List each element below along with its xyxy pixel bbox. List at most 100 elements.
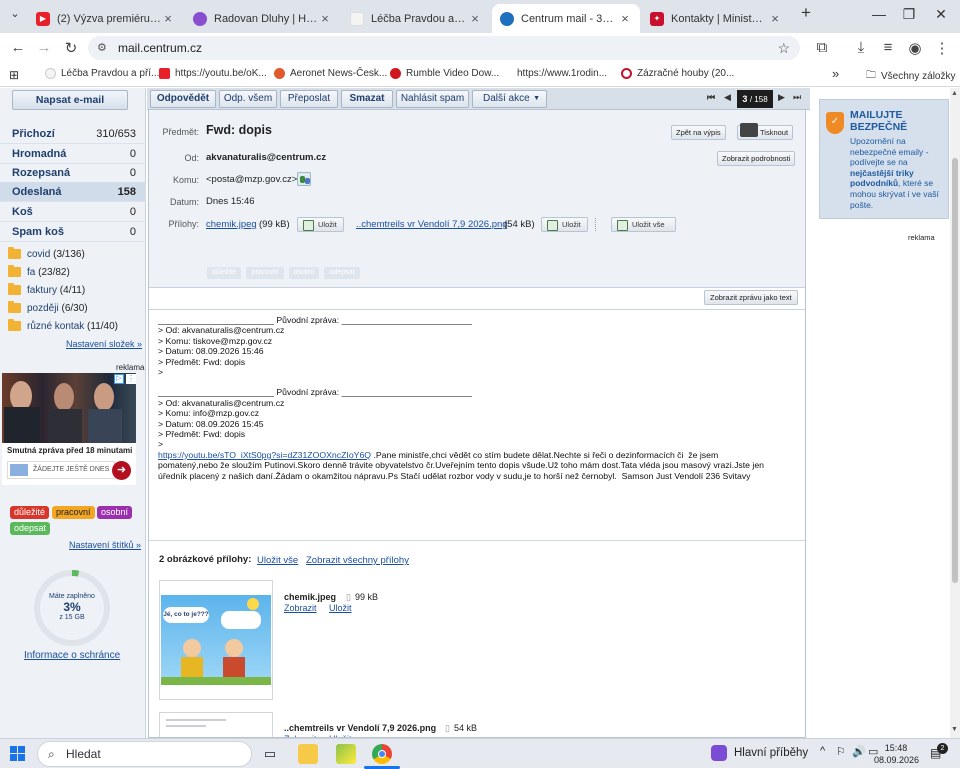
bookmark-star-icon[interactable]: ☆ — [777, 36, 790, 60]
ad-arrow-button[interactable]: ➜ — [112, 461, 131, 480]
sidebar-ad[interactable]: ▷ ⋮ Smutná zpráva před 18 minutami ŽÁDEJ… — [2, 373, 136, 485]
bookmark-item[interactable]: Aeronet News-Česk... — [274, 68, 387, 79]
youtube-link[interactable]: https://youtu.be/sTO_iXtS0pg?si=dZ31ZOOX… — [158, 450, 371, 460]
label-settings-link[interactable]: Nastavení štítků » — [69, 540, 141, 550]
file-explorer-icon[interactable] — [298, 744, 318, 764]
images-save-all-link[interactable]: Uložit vše — [257, 555, 298, 566]
close-tab-icon[interactable]: × — [161, 11, 175, 26]
extensions-icon[interactable]: ⧉ — [812, 39, 832, 56]
image-1-thumbnail[interactable]: Jé, co to je??? — [159, 580, 273, 700]
label-personal[interactable]: osobní — [97, 506, 133, 519]
ad-search-box[interactable]: ŽÁDEJTE JEŠTĚ DNES — [7, 461, 115, 479]
to-address[interactable]: <posta@mzp.gov.cz> — [206, 174, 297, 185]
subfolder-faktury[interactable]: faktury (4/11) — [8, 281, 85, 299]
taskbar-search-box[interactable]: ⌕ Hledat — [37, 741, 252, 767]
app-icon[interactable] — [336, 744, 356, 764]
safe-mailing-banner[interactable]: ✓ MAILUJTE BEZPEČNĚ Upozornění na nebezpe… — [819, 99, 949, 219]
close-tab-icon[interactable]: × — [768, 11, 782, 26]
ad-headline[interactable]: Smutná zpráva před 18 minutami — [7, 446, 132, 455]
close-tab-icon[interactable]: × — [618, 11, 632, 26]
last-page-icon[interactable]: ⏭ — [793, 92, 801, 103]
image-1-save-link[interactable]: Uložit — [329, 603, 352, 613]
save-all-attachments-button[interactable]: Uložit vše — [611, 217, 676, 232]
bookmark-item[interactable]: Zázračné houby (20... — [621, 68, 734, 79]
browser-tab-4-active[interactable]: Centrum mail - 357 nepřečtených × — [492, 4, 640, 33]
scroll-up-icon[interactable]: ▲ — [951, 90, 958, 97]
images-show-all-link[interactable]: Zobrazit všechny přílohy — [306, 555, 409, 566]
browser-tab-5[interactable]: ✦ Kontakty | Ministerstvo životního × — [642, 4, 790, 33]
add-contact-icon[interactable] — [297, 172, 311, 186]
reload-icon[interactable]: ↻ — [61, 39, 81, 57]
next-page-icon[interactable]: ▶ — [778, 92, 785, 103]
attachment-2-link[interactable]: ..chemtreils vr Vendolí 7,9 2026.png — [356, 219, 508, 230]
forward-icon[interactable]: → — [34, 39, 54, 56]
scroll-down-icon[interactable]: ▼ — [951, 726, 958, 733]
ghost-label-personal[interactable]: osobní — [289, 267, 319, 279]
save-attachment-1-button[interactable]: Uložit — [297, 217, 344, 232]
menu-icon[interactable]: ⋮ — [932, 39, 952, 57]
image-2-thumbnail[interactable] — [159, 712, 273, 737]
compose-button[interactable]: Napsat e-mail — [12, 90, 128, 110]
subfolder-ruzne[interactable]: různé kontak (11/40) — [8, 317, 118, 335]
reply-button[interactable]: Odpovědět — [150, 90, 216, 108]
volume-icon[interactable]: 🔊 — [852, 745, 866, 758]
first-page-icon[interactable]: ⏮ — [707, 92, 715, 103]
browser-tab-1[interactable]: ▶ (2) Výzva premiéru Babiš × — [28, 4, 183, 33]
taskbar-clock[interactable]: 15:48 08.09.2026 — [874, 742, 919, 766]
more-actions-button[interactable]: Další akce ▼ — [472, 90, 547, 108]
back-to-list-button[interactable]: Zpět na výpis — [671, 125, 726, 140]
download-icon[interactable]: ⤓ — [851, 39, 871, 56]
print-button[interactable]: Tisknout — [737, 123, 794, 140]
scroll-thumb[interactable] — [952, 158, 958, 583]
restore-button[interactable]: ❐ — [894, 6, 924, 23]
folder-inbox[interactable]: Přichozí 310/653 — [0, 124, 146, 144]
delete-button[interactable]: Smazat — [341, 90, 393, 108]
tray-chevron-icon[interactable]: ^ — [820, 745, 825, 757]
site-info-icon[interactable]: ⚙ — [97, 36, 107, 60]
news-widget-icon[interactable] — [711, 745, 727, 761]
ghost-label-work[interactable]: pracovní — [246, 267, 284, 279]
from-address[interactable]: akvanaturalis@centrum.cz — [206, 152, 326, 163]
browser-tab-3[interactable]: Léčba Pravdou a přírodní × — [342, 4, 490, 33]
profile-icon[interactable]: ◉ — [905, 39, 925, 57]
tab-search-icon[interactable]: ⌄ — [0, 7, 30, 20]
folder-sent[interactable]: Odeslaná 158 — [0, 182, 146, 202]
notifications-icon[interactable]: ▤ 2 — [930, 743, 948, 760]
label-reply[interactable]: odepsat — [10, 522, 51, 535]
image-1-show-link[interactable]: Zobrazit — [284, 603, 317, 613]
new-tab-button[interactable]: + — [791, 3, 821, 23]
folder-trash[interactable]: Koš 0 — [0, 202, 146, 222]
bookmark-item[interactable]: https://youtu.be/oK... — [159, 68, 267, 79]
label-important[interactable]: důležité — [10, 506, 50, 519]
close-tab-icon[interactable]: × — [468, 11, 482, 26]
close-tab-icon[interactable]: × — [318, 11, 332, 26]
subfolder-pozdeji[interactable]: později (6/30) — [8, 299, 88, 317]
prev-page-icon[interactable]: ◀ — [724, 92, 731, 103]
folder-drafts[interactable]: Rozepsaná 0 — [0, 163, 146, 183]
minimize-button[interactable]: — — [864, 6, 894, 22]
forward-button[interactable]: Přeposlat — [280, 90, 338, 108]
subfolder-fa[interactable]: fa (23/82) — [8, 263, 70, 281]
report-spam-button[interactable]: Nahlásit spam — [396, 90, 469, 108]
task-view-icon[interactable]: ▭ — [260, 744, 280, 764]
ad-image[interactable]: ▷ ⋮ — [2, 373, 136, 443]
bookmark-item[interactable]: Léčba Pravdou a pří... — [45, 68, 159, 79]
storage-info-link[interactable]: Informace o schránce — [24, 650, 120, 661]
close-window-button[interactable]: ✕ — [926, 6, 956, 23]
url-field[interactable]: ⚙ mail.centrum.cz ☆ — [88, 36, 800, 60]
subfolder-covid[interactable]: covid (3/136) — [8, 245, 85, 263]
reply-all-button[interactable]: Odp. všem — [219, 90, 277, 108]
bookmark-item[interactable]: Rumble Video Dow... — [390, 68, 499, 79]
folder-settings-link[interactable]: Nastavení složek » — [66, 339, 142, 349]
folder-bulk[interactable]: Hromadná 0 — [0, 144, 146, 164]
show-as-text-button[interactable]: Zobrazit zprávu jako text — [704, 290, 798, 305]
save-attachment-2-button[interactable]: Uložit — [541, 217, 588, 232]
back-icon[interactable]: ← — [8, 39, 28, 56]
all-bookmarks-button[interactable]: 🗀 Všechny záložky — [866, 68, 955, 85]
page-scrollbar[interactable]: ▲ ▼ — [950, 88, 960, 738]
folder-spam[interactable]: Spam koš 0 — [0, 222, 146, 242]
show-details-button[interactable]: Zobrazit podrobnosti — [717, 151, 796, 166]
chrome-icon[interactable] — [372, 744, 392, 764]
attachment-1-link[interactable]: chemik.jpeg — [206, 219, 257, 230]
start-button-icon[interactable] — [10, 746, 26, 762]
